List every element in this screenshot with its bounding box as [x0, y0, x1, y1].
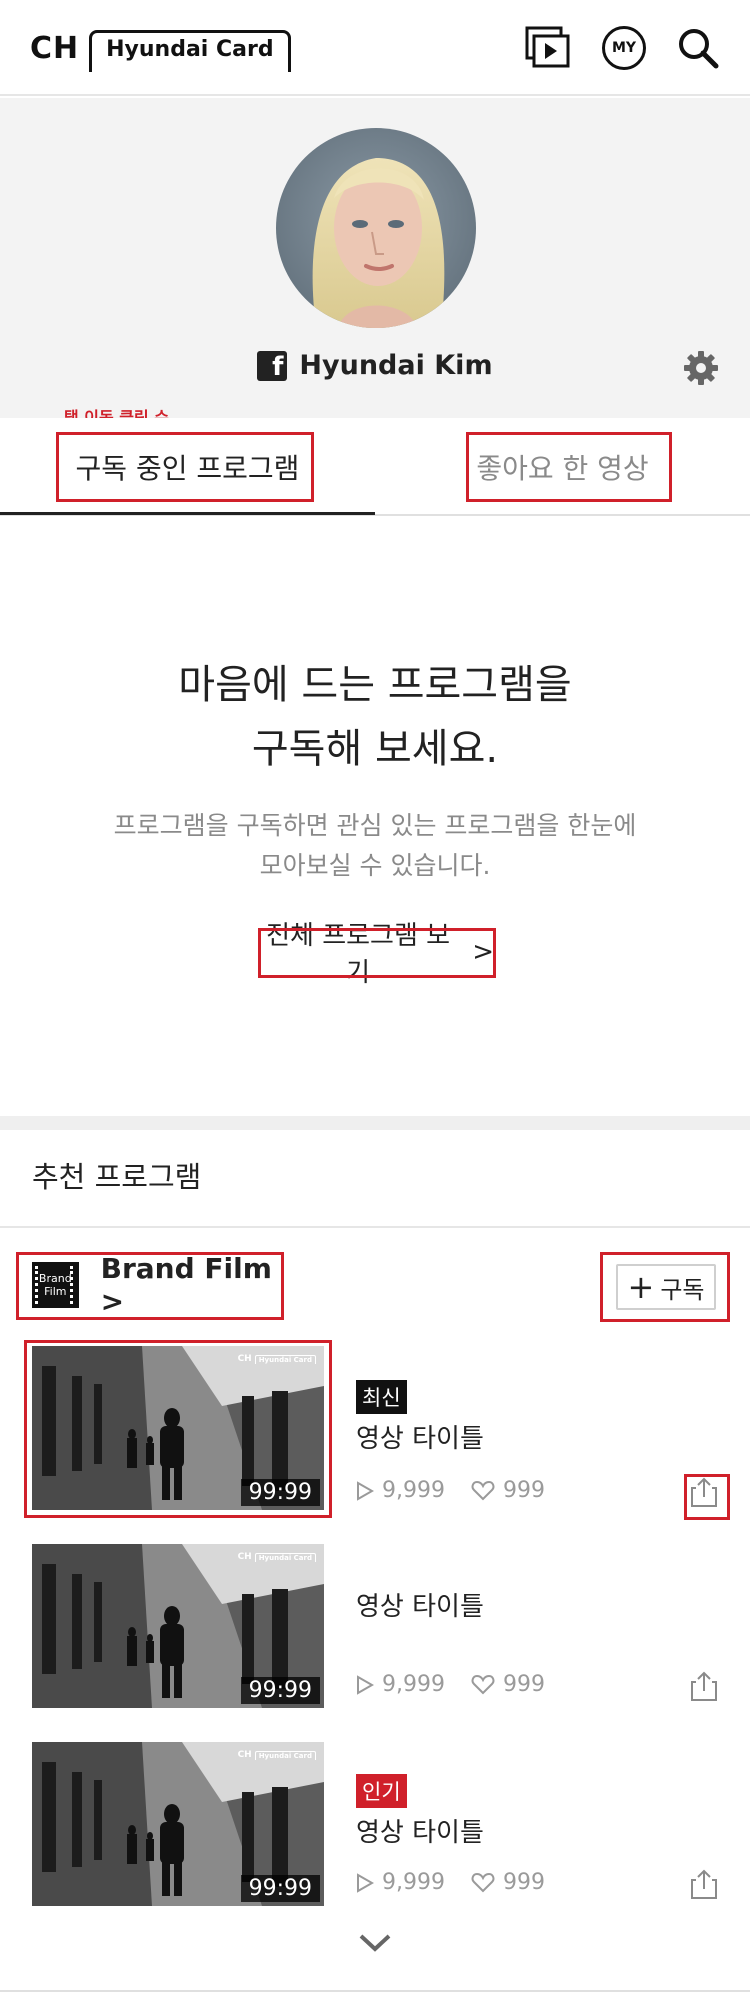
- video-stats: 9,999 999: [356, 1870, 545, 1895]
- play-count: 9,999: [356, 1478, 445, 1503]
- like-count-value: 999: [502, 1870, 545, 1895]
- highlight-box-share: [684, 1474, 730, 1520]
- watermark-brand: Hyundai Card: [254, 1552, 316, 1562]
- facebook-icon: f: [257, 350, 288, 381]
- play-icon: [357, 1480, 374, 1501]
- badge-popular: 인기: [356, 1774, 407, 1808]
- settings-gear-icon[interactable]: [683, 350, 719, 386]
- highlight-box-tab-liked: [466, 432, 672, 502]
- highlight-box-thumbnail: [24, 1340, 332, 1518]
- profile-avatar: [276, 128, 476, 328]
- highlight-box-tab-subscribed: [56, 432, 314, 502]
- like-count: 999: [471, 1870, 545, 1895]
- recommended-section-title: 추천 프로그램: [32, 1160, 202, 1194]
- chevron-down-icon[interactable]: [357, 1932, 393, 1954]
- share-icon[interactable]: [688, 1670, 720, 1702]
- highlight-box-subscribe: [600, 1252, 730, 1322]
- highlight-box-view-all: [258, 928, 496, 978]
- play-count: 9,999: [356, 1870, 445, 1895]
- watermark-ch: CH: [237, 1552, 252, 1562]
- video-title[interactable]: 영상 타이틀: [356, 1812, 484, 1849]
- heart-icon: [471, 1674, 495, 1694]
- my-page-button[interactable]: MY: [598, 22, 650, 74]
- highlight-box-program-header: [16, 1252, 284, 1320]
- empty-desc-line2: 모아보실 수 있습니다.: [259, 851, 491, 880]
- play-count: 9,999: [356, 1672, 445, 1697]
- bottom-divider: [0, 1990, 750, 1992]
- section-gap: [0, 1116, 750, 1130]
- like-count-value: 999: [502, 1478, 545, 1503]
- empty-title-line2: 구독해 보세요.: [251, 726, 499, 772]
- watermark-brand: Hyundai Card: [254, 1750, 316, 1760]
- video-item[interactable]: CH Hyundai Card 99:99 영상 타이틀 9,999 999: [0, 1544, 750, 1714]
- ch-hyundai-card-logo[interactable]: CH Hyundai Card: [30, 28, 292, 72]
- like-count: 999: [471, 1478, 545, 1503]
- profile-name: Hyundai Kim: [299, 350, 493, 381]
- profile-name-row: f Hyundai Kim: [0, 350, 750, 381]
- channel-watermark: CH Hyundai Card: [238, 1750, 316, 1760]
- watermark-ch: CH: [237, 1750, 252, 1760]
- profile-section: f Hyundai Kim: [0, 98, 750, 418]
- search-icon[interactable]: [672, 22, 724, 74]
- logo-brand-text: Hyundai Card: [89, 30, 292, 72]
- my-label: MY: [602, 26, 646, 70]
- channel-watermark: CH Hyundai Card: [238, 1552, 316, 1562]
- empty-state-title: 마음에 드는 프로그램을 구독해 보세요.: [0, 653, 750, 781]
- badge-new: 최신: [356, 1380, 407, 1414]
- video-thumbnail[interactable]: CH Hyundai Card 99:99: [32, 1544, 324, 1708]
- playlist-icon[interactable]: [522, 22, 574, 74]
- video-title[interactable]: 영상 타이틀: [356, 1586, 484, 1623]
- video-stats: 9,999 999: [356, 1478, 545, 1503]
- like-count: 999: [471, 1672, 545, 1697]
- active-tab-indicator: [0, 512, 375, 515]
- empty-state: 마음에 드는 프로그램을 구독해 보세요. 프로그램을 구독하면 관심 있는 프…: [0, 518, 750, 1118]
- video-stats: 9,999 999: [356, 1672, 545, 1697]
- heart-icon: [471, 1872, 495, 1892]
- app-header: CH Hyundai Card MY: [0, 0, 750, 96]
- empty-desc-line1: 프로그램을 구독하면 관심 있는 프로그램을 한눈에: [113, 811, 637, 840]
- video-item[interactable]: CH Hyundai Card 99:99 인기 영상 타이틀 9,999 99…: [0, 1742, 750, 1912]
- play-count-value: 9,999: [382, 1870, 445, 1895]
- share-icon[interactable]: [688, 1868, 720, 1900]
- play-icon: [357, 1872, 374, 1893]
- empty-title-line1: 마음에 드는 프로그램을: [178, 662, 572, 708]
- video-title[interactable]: 영상 타이틀: [356, 1418, 484, 1455]
- video-duration: 99:99: [240, 1677, 320, 1704]
- empty-state-description: 프로그램을 구독하면 관심 있는 프로그램을 한눈에 모아보실 수 있습니다.: [0, 806, 750, 886]
- heart-icon: [471, 1480, 495, 1500]
- play-icon: [357, 1674, 374, 1695]
- play-count-value: 9,999: [382, 1672, 445, 1697]
- section-divider: [0, 1226, 750, 1228]
- like-count-value: 999: [502, 1672, 545, 1697]
- video-duration: 99:99: [240, 1875, 320, 1902]
- video-thumbnail[interactable]: CH Hyundai Card 99:99: [32, 1742, 324, 1906]
- play-count-value: 9,999: [382, 1478, 445, 1503]
- logo-ch-text: CH: [30, 30, 80, 66]
